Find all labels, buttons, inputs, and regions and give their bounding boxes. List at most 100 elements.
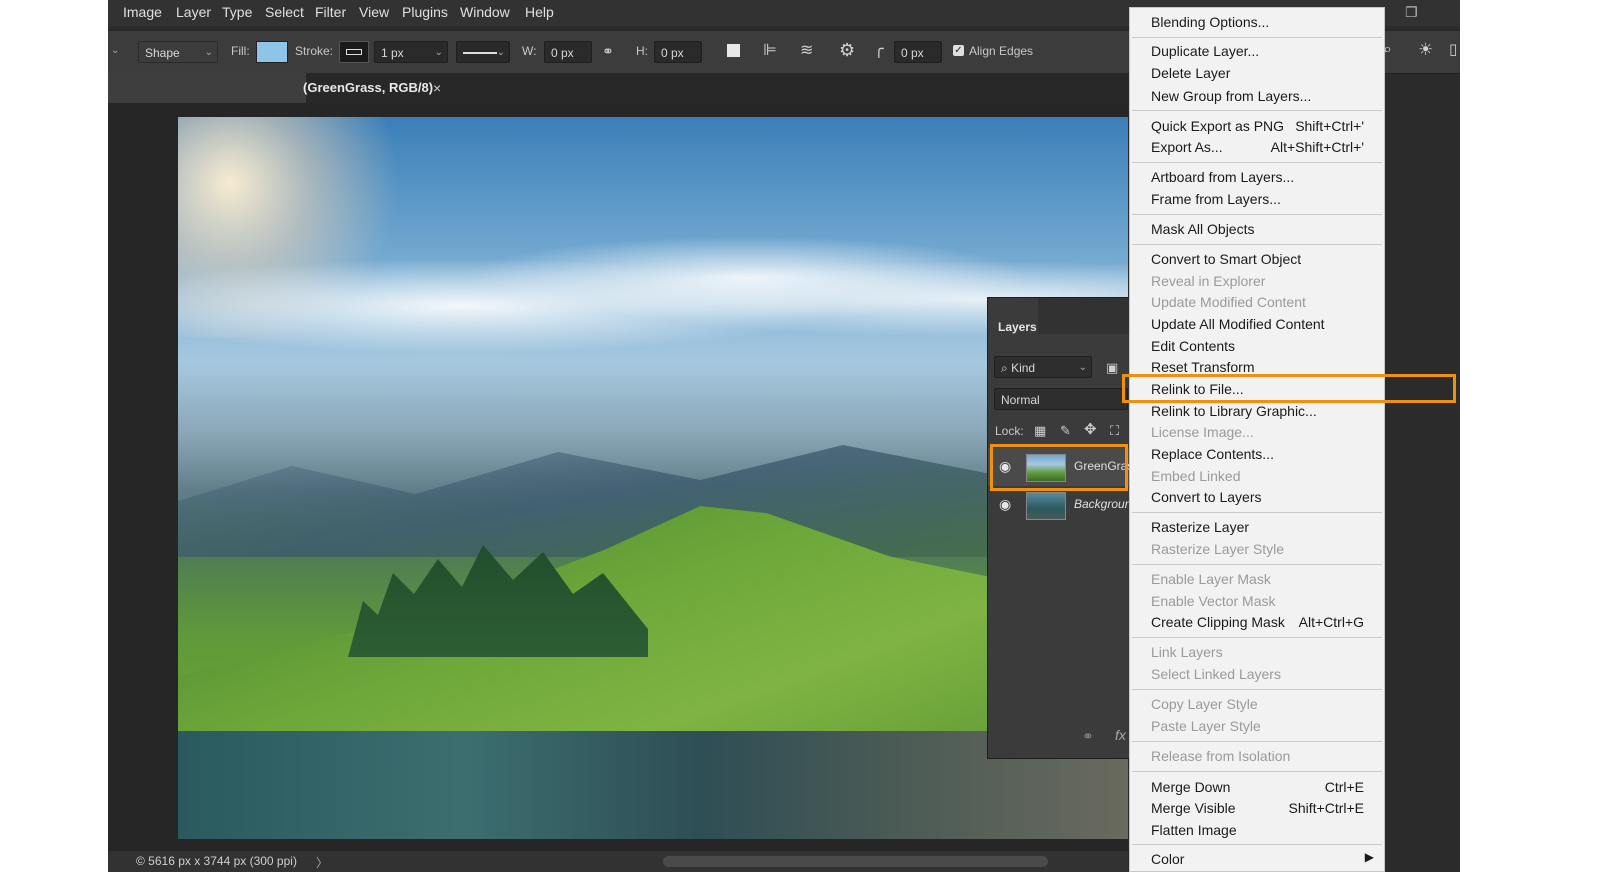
align-edges-checkbox[interactable]: ✓ (953, 45, 964, 56)
chevron-down-icon: ⌄ (1078, 362, 1087, 373)
stroke-width-field[interactable]: 1 px ⌄ (374, 41, 448, 63)
eye-icon[interactable]: ◉ (999, 496, 1011, 513)
lightbulb-icon[interactable]: ☀ (1418, 40, 1433, 60)
filter-image-icon[interactable]: ▣ (1106, 358, 1118, 378)
tool-mode-select[interactable]: Shape ⌄ (138, 41, 218, 63)
menu-view[interactable]: View (359, 4, 389, 20)
menu-select[interactable]: Select (265, 4, 304, 20)
layer-row-background[interactable]: ◉ Background (988, 488, 1138, 522)
canvas-area[interactable] (108, 103, 1128, 851)
lock-brush-icon[interactable]: ✎ (1060, 421, 1071, 441)
clouds (178, 222, 1128, 362)
layer-thumbnail (1026, 492, 1066, 520)
menu-item-color[interactable]: Color (1151, 851, 1184, 867)
menu-item-convert-smart-object[interactable]: Convert to Smart Object (1151, 251, 1301, 267)
status-bar: © 5616 px x 3744 px (300 ppi) 〉 (108, 851, 1128, 872)
layers-panel-title: Layers (998, 320, 1037, 334)
menu-separator (1132, 844, 1382, 845)
menu-separator (1132, 110, 1382, 111)
tool-preset-chevron-icon[interactable]: ⌄ (111, 41, 119, 61)
menu-item-relink-library-graphic[interactable]: Relink to Library Graphic... (1151, 403, 1317, 419)
shortcut-merge-visible: Shift+Ctrl+E (1288, 800, 1364, 816)
menu-separator (1132, 637, 1382, 638)
corner-radius-field[interactable]: 0 px (894, 41, 942, 63)
menu-filter[interactable]: Filter (315, 4, 346, 20)
lock-artboard-icon[interactable]: ⛶ (1110, 421, 1119, 441)
document-tab-label[interactable]: (GreenGrass, RGB/8) (303, 80, 433, 95)
menu-item-merge-visible[interactable]: Merge Visible (1151, 800, 1236, 816)
width-value: 0 px (551, 46, 574, 60)
menu-item-update-all-modified[interactable]: Update All Modified Content (1151, 316, 1325, 332)
menu-separator (1132, 244, 1382, 245)
width-field[interactable]: 0 px (544, 41, 592, 63)
stroke-preview-icon (346, 49, 362, 55)
menu-window[interactable]: Window (460, 4, 510, 20)
menu-item-new-group[interactable]: New Group from Layers... (1151, 88, 1311, 104)
path-operations-icon[interactable] (727, 44, 740, 57)
path-arrangement-icon[interactable]: ≋ (800, 41, 813, 61)
path-alignment-icon[interactable]: ⊫ (763, 41, 777, 61)
menu-image[interactable]: Image (123, 4, 162, 20)
lock-transparent-icon[interactable]: ▦ (1034, 421, 1046, 441)
panel-toggle-icon[interactable]: ▯ (1449, 40, 1457, 60)
menu-item-paste-layer-style: Paste Layer Style (1151, 718, 1261, 734)
menu-item-replace-contents[interactable]: Replace Contents... (1151, 446, 1274, 462)
menu-item-edit-contents[interactable]: Edit Contents (1151, 338, 1235, 354)
height-value: 0 px (661, 46, 684, 60)
menu-item-export-as[interactable]: Export As... (1151, 139, 1223, 155)
width-label: W: (522, 44, 537, 58)
stroke-color-swatch[interactable] (339, 41, 369, 63)
blend-mode-select[interactable]: Normal (994, 388, 1128, 410)
menu-separator (1132, 689, 1382, 690)
menu-item-rasterize-layer[interactable]: Rasterize Layer (1151, 519, 1249, 535)
chevron-down-icon: ⌄ (434, 47, 443, 58)
layer-effects-icon[interactable]: fx (1115, 727, 1126, 743)
menu-item-reset-transform[interactable]: Reset Transform (1151, 359, 1254, 375)
filter-kind-label: Kind (1011, 361, 1036, 375)
horizontal-scrollbar[interactable] (663, 856, 1048, 867)
menu-item-link-layers: Link Layers (1151, 644, 1223, 660)
menu-plugins[interactable]: Plugins (402, 4, 448, 20)
align-edges-label: Align Edges (969, 44, 1034, 58)
height-label: H: (636, 44, 648, 58)
status-menu-arrow[interactable]: 〉 (316, 854, 328, 871)
menu-layer[interactable]: Layer (176, 4, 211, 20)
lock-position-icon[interactable]: ✥ (1084, 420, 1097, 440)
tool-mode-value: Shape (145, 46, 180, 60)
menu-separator (1132, 741, 1382, 742)
menu-separator (1132, 771, 1382, 772)
menu-item-artboard-from-layers[interactable]: Artboard from Layers... (1151, 169, 1294, 185)
menu-item-create-clipping-mask[interactable]: Create Clipping Mask (1151, 614, 1285, 630)
layer-filter-kind[interactable]: ⌕ Kind ⌄ (994, 356, 1092, 378)
shortcut-export-as: Alt+Shift+Ctrl+' (1270, 139, 1364, 155)
blend-mode-value: Normal (1001, 393, 1040, 407)
menu-item-flatten-image[interactable]: Flatten Image (1151, 822, 1237, 838)
height-field[interactable]: 0 px (654, 41, 702, 63)
menu-type[interactable]: Type (222, 4, 252, 20)
gear-icon[interactable]: ⚙ (839, 40, 855, 60)
menu-item-convert-to-layers[interactable]: Convert to Layers (1151, 489, 1262, 505)
restore-window-icon[interactable]: ❐ (1405, 4, 1418, 21)
menu-item-release-from-isolation: Release from Isolation (1151, 748, 1291, 764)
link-layers-icon[interactable]: ⚭ (1082, 726, 1094, 746)
layers-tab[interactable]: Layers (988, 298, 1038, 334)
menu-item-rasterize-layer-style: Rasterize Layer Style (1151, 541, 1285, 557)
menu-item-duplicate-layer[interactable]: Duplicate Layer... (1151, 43, 1259, 59)
relink-to-file-highlight (1122, 374, 1456, 403)
menu-item-blending-options[interactable]: Blending Options... (1151, 14, 1269, 30)
menu-item-mask-all-objects[interactable]: Mask All Objects (1151, 221, 1254, 237)
stroke-type-select[interactable]: ⌄ (456, 41, 510, 63)
document-dimensions: © 5616 px x 3744 px (300 ppi) (136, 854, 297, 868)
menu-item-merge-down[interactable]: Merge Down (1151, 779, 1230, 795)
fill-color-swatch[interactable] (256, 41, 288, 63)
greengrass-layer-highlight (990, 444, 1128, 491)
shortcut-create-clipping-mask: Alt+Ctrl+G (1298, 614, 1364, 630)
menu-item-quick-export[interactable]: Quick Export as PNG (1151, 118, 1284, 134)
lock-label: Lock: (995, 424, 1024, 438)
close-tab-icon[interactable]: × (433, 80, 441, 96)
menu-item-delete-layer[interactable]: Delete Layer (1151, 65, 1230, 81)
menu-help[interactable]: Help (525, 4, 554, 20)
link-dimensions-icon[interactable]: ⚭ (602, 41, 614, 61)
menu-item-frame-from-layers[interactable]: Frame from Layers... (1151, 191, 1281, 207)
menu-item-update-modified-content: Update Modified Content (1151, 294, 1306, 310)
